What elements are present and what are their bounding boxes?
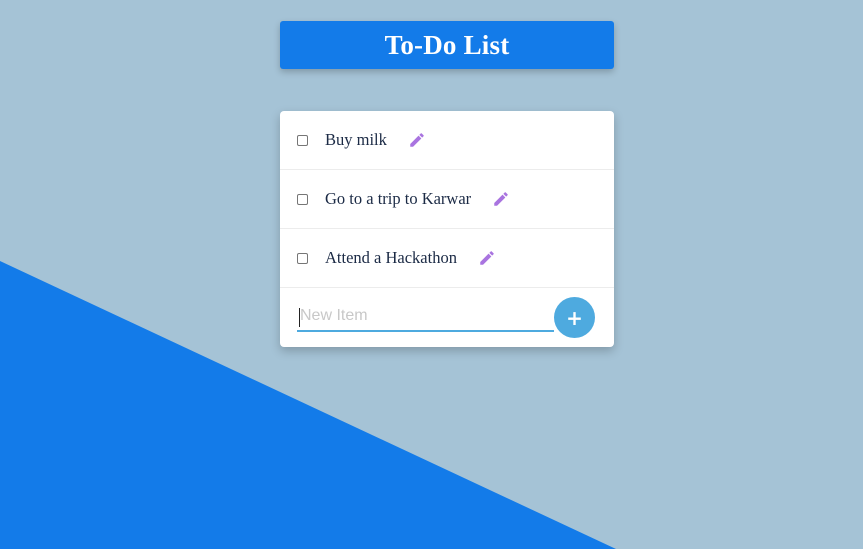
todo-checkbox[interactable] bbox=[297, 193, 308, 205]
pencil-icon[interactable] bbox=[407, 130, 427, 150]
pencil-icon[interactable] bbox=[491, 189, 511, 209]
new-item-row: + bbox=[280, 288, 614, 347]
todo-checkbox[interactable] bbox=[297, 134, 308, 146]
todo-checkbox[interactable] bbox=[297, 252, 308, 264]
todo-item-label: Attend a Hackathon bbox=[325, 248, 457, 267]
todo-item: Go to a trip to Karwar bbox=[280, 170, 614, 229]
new-item-input[interactable] bbox=[297, 302, 554, 332]
todo-card: Buy milk Go to a trip to Karwar Attend a… bbox=[280, 111, 614, 347]
pencil-icon[interactable] bbox=[477, 248, 497, 268]
todo-item: Attend a Hackathon bbox=[280, 229, 614, 288]
todo-item-label: Buy milk bbox=[325, 130, 387, 149]
page-title: To-Do List bbox=[384, 29, 510, 60]
todo-item: Buy milk bbox=[280, 111, 614, 170]
todo-item-label: Go to a trip to Karwar bbox=[325, 189, 472, 208]
header-banner: To-Do List bbox=[280, 21, 614, 69]
text-caret bbox=[299, 308, 300, 327]
add-item-button[interactable]: + bbox=[554, 297, 595, 338]
plus-icon: + bbox=[566, 305, 583, 330]
